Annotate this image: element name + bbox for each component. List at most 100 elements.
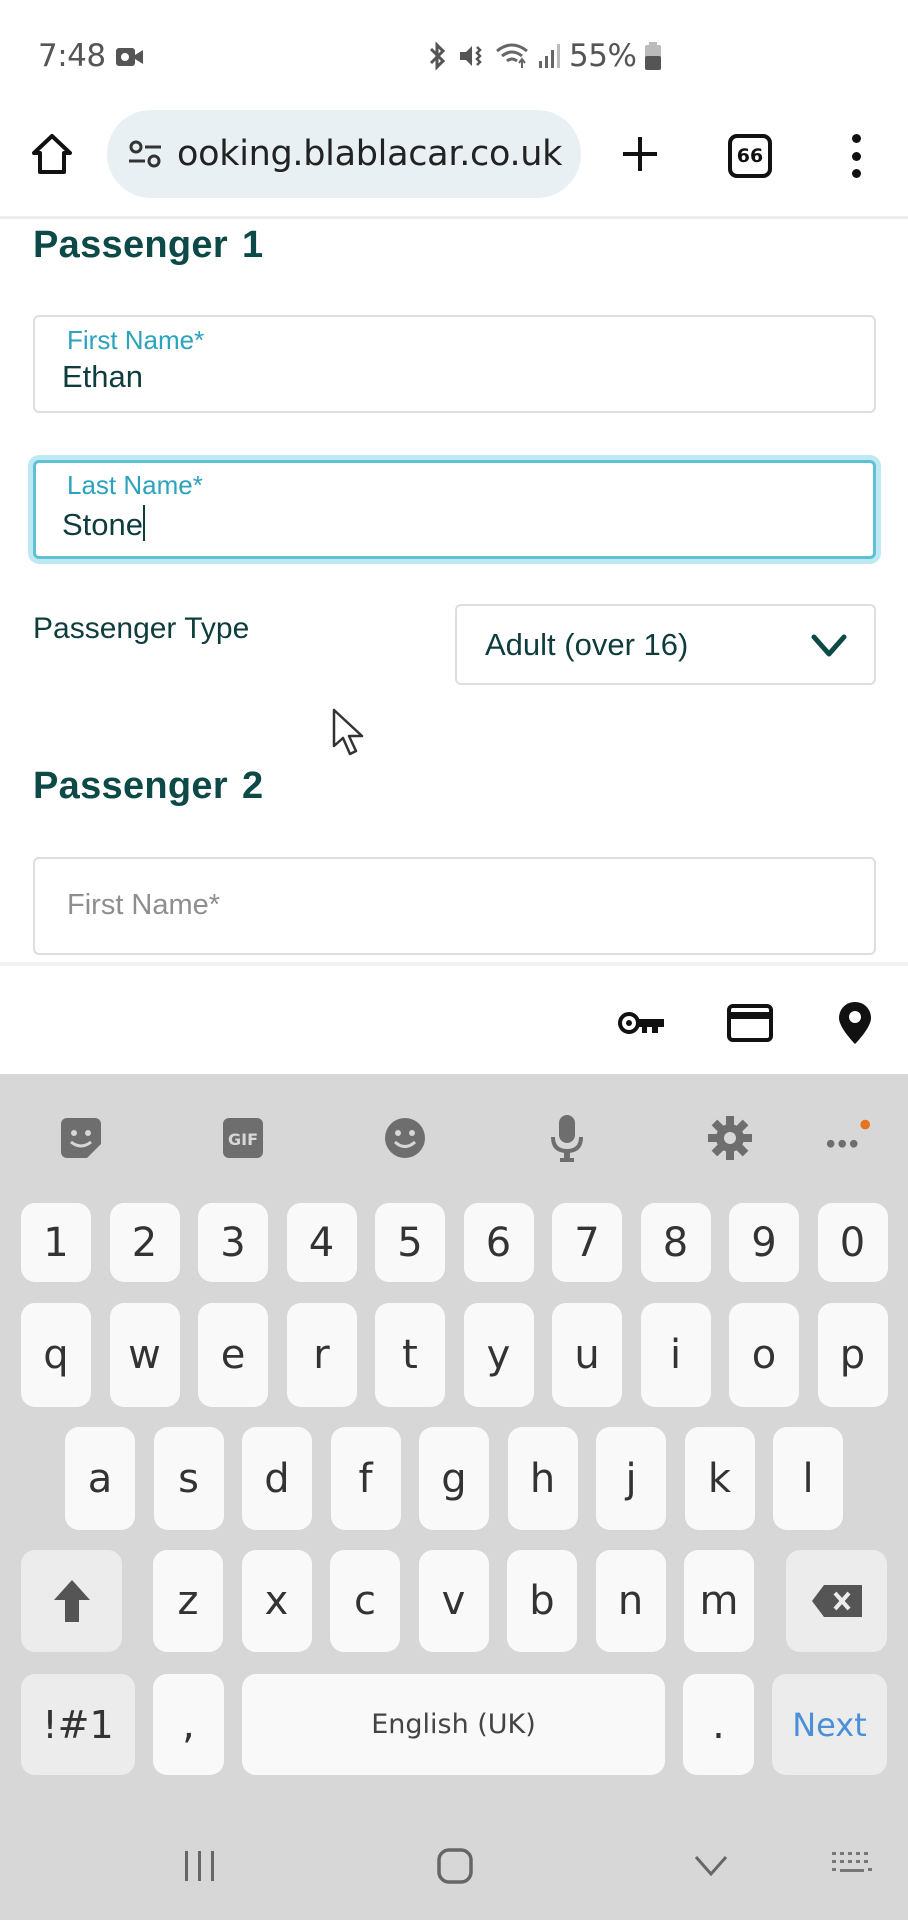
- emoji-icon[interactable]: [381, 1114, 429, 1162]
- hide-keyboard-icon[interactable]: [691, 1838, 731, 1894]
- key-j[interactable]: j: [596, 1427, 666, 1530]
- backspace-icon: [811, 1585, 862, 1617]
- passenger-type-select[interactable]: Adult (over 16): [455, 604, 876, 685]
- video-camera-icon: [116, 48, 143, 66]
- tabs-button[interactable]: 66: [728, 134, 772, 178]
- key-2[interactable]: 2: [109, 1203, 180, 1282]
- passenger-2-first-name-field[interactable]: First Name*: [33, 857, 876, 955]
- microphone-icon[interactable]: [543, 1114, 591, 1162]
- key-g[interactable]: g: [419, 1427, 489, 1530]
- key-n[interactable]: n: [595, 1550, 666, 1652]
- key-label: 2: [131, 1219, 158, 1266]
- recent-apps-icon[interactable]: [180, 1838, 220, 1894]
- keyboard-switch-icon[interactable]: [830, 1838, 874, 1894]
- vibrate-mute-icon: [460, 46, 482, 66]
- passenger-1-heading: Passenger 1: [33, 224, 263, 267]
- key-4[interactable]: 4: [286, 1203, 357, 1282]
- key-3[interactable]: 3: [198, 1203, 268, 1282]
- key-label: 9: [751, 1219, 777, 1266]
- key-label: j: [625, 1455, 637, 1502]
- key-z[interactable]: z: [153, 1550, 223, 1652]
- key-u[interactable]: u: [552, 1303, 622, 1407]
- home-button[interactable]: [28, 130, 76, 178]
- next-key[interactable]: Next: [772, 1674, 887, 1775]
- passenger-1-first-name-field[interactable]: First Name* Ethan: [33, 315, 876, 413]
- key-s[interactable]: s: [153, 1427, 224, 1530]
- key-icon[interactable]: [617, 1000, 667, 1046]
- key-label: b: [529, 1578, 555, 1624]
- last-name-value: Stone: [62, 507, 144, 542]
- battery-percent: 55%: [569, 38, 637, 74]
- sticker-icon[interactable]: [57, 1114, 105, 1162]
- key-e[interactable]: e: [198, 1303, 268, 1407]
- key-i[interactable]: i: [640, 1303, 711, 1407]
- key-r[interactable]: r: [286, 1303, 357, 1407]
- bluetooth-icon: [429, 41, 446, 71]
- key-q[interactable]: q: [21, 1303, 91, 1407]
- key-a[interactable]: a: [65, 1427, 135, 1530]
- key-label: k: [707, 1455, 732, 1502]
- key-0[interactable]: 0: [817, 1203, 888, 1282]
- key-label: d: [264, 1455, 290, 1502]
- first-name-value: Ethan: [62, 359, 144, 394]
- key-b[interactable]: b: [507, 1550, 577, 1652]
- key-label: 7: [574, 1219, 600, 1266]
- key-6[interactable]: 6: [463, 1203, 534, 1282]
- key-o[interactable]: o: [729, 1303, 799, 1407]
- key-t[interactable]: t: [375, 1303, 445, 1407]
- symbols-key[interactable]: !#1: [21, 1674, 135, 1775]
- shift-key[interactable]: [21, 1550, 122, 1652]
- more-icon[interactable]: [823, 1114, 871, 1162]
- key-k[interactable]: k: [684, 1427, 755, 1530]
- battery-icon: [645, 42, 662, 70]
- key-5[interactable]: 5: [375, 1203, 445, 1282]
- new-tab-button[interactable]: [614, 128, 666, 180]
- key-v[interactable]: v: [418, 1550, 489, 1652]
- passenger-type-value: Adult (over 16): [485, 626, 689, 662]
- key-7[interactable]: 7: [552, 1203, 622, 1282]
- key-w[interactable]: w: [109, 1303, 180, 1407]
- key-label: l: [802, 1455, 814, 1502]
- key-y[interactable]: y: [463, 1303, 534, 1407]
- key-1[interactable]: 1: [21, 1203, 91, 1282]
- key-8[interactable]: 8: [640, 1203, 711, 1282]
- key-x[interactable]: x: [241, 1550, 312, 1652]
- key-label: 0: [839, 1219, 866, 1266]
- key-label: m: [699, 1578, 739, 1624]
- key-label: q: [43, 1332, 69, 1378]
- key-label: i: [669, 1332, 682, 1378]
- key-m[interactable]: m: [684, 1550, 754, 1652]
- key-9[interactable]: 9: [729, 1203, 799, 1282]
- key-label: r: [313, 1332, 330, 1378]
- key-c[interactable]: c: [330, 1550, 400, 1652]
- heading-text: Passenger: [33, 765, 228, 807]
- passenger-2-heading: Passenger 2: [33, 765, 263, 808]
- gif-icon[interactable]: GIF: [219, 1114, 267, 1162]
- space-key[interactable]: English (UK): [242, 1674, 665, 1775]
- mouse-cursor-icon: [332, 708, 364, 756]
- settings-icon[interactable]: [706, 1114, 754, 1162]
- comma-key[interactable]: ,: [153, 1674, 224, 1775]
- credit-card-icon[interactable]: [725, 1000, 775, 1046]
- key-label: f: [358, 1455, 373, 1502]
- key-h[interactable]: h: [507, 1427, 578, 1530]
- status-time: 7:48: [38, 38, 106, 74]
- key-label: 5: [397, 1219, 423, 1266]
- key-p[interactable]: p: [817, 1303, 888, 1407]
- space-key-label: English (UK): [371, 1709, 536, 1740]
- url-bar[interactable]: ooking.blablacar.co.uk: [107, 110, 581, 198]
- passenger-1-last-name-field[interactable]: Last Name* Stone: [33, 460, 876, 559]
- site-settings-icon[interactable]: [127, 139, 163, 169]
- key-f[interactable]: f: [330, 1427, 401, 1530]
- key-d[interactable]: d: [242, 1427, 312, 1530]
- key-label: 4: [308, 1219, 335, 1266]
- backspace-key[interactable]: [786, 1550, 887, 1652]
- key-l[interactable]: l: [773, 1427, 843, 1530]
- period-key[interactable]: .: [683, 1674, 754, 1775]
- last-name-value-wrap: Stone: [62, 505, 146, 543]
- kebab-menu-icon[interactable]: [838, 132, 874, 180]
- location-pin-icon[interactable]: [830, 1000, 880, 1046]
- home-nav-icon[interactable]: [435, 1838, 475, 1894]
- key-label: w: [128, 1332, 161, 1378]
- key-label: t: [402, 1332, 418, 1378]
